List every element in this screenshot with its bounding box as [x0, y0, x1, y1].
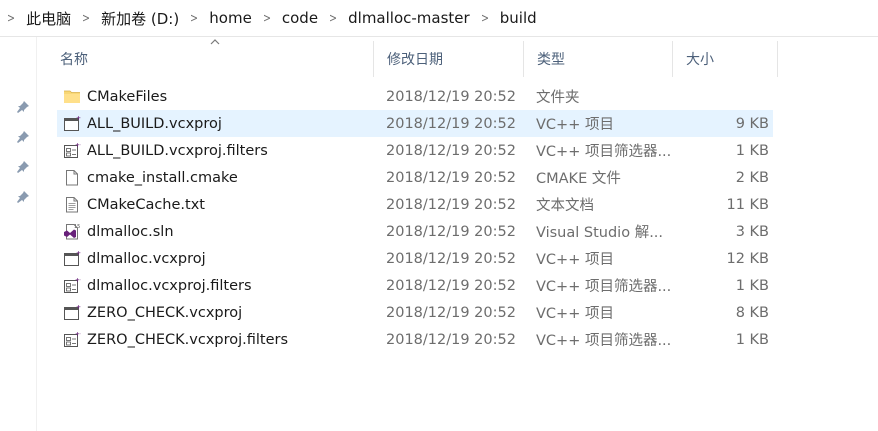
file-date: 2018/12/19 20:52	[386, 277, 516, 294]
file-name: CMakeCache.txt	[87, 196, 205, 213]
file-size: 1 KB	[735, 142, 769, 159]
file-name: dlmalloc.vcxproj	[87, 250, 206, 267]
file-name: ALL_BUILD.vcxproj.filters	[87, 142, 268, 159]
file-type: VC++ 项目	[536, 117, 614, 133]
breadcrumb-item-dlmalloc-master[interactable]: dlmalloc-master	[348, 9, 470, 27]
file-size: 9 KB	[735, 115, 769, 132]
file-date: 2018/12/19 20:52	[386, 169, 516, 186]
svg-text:++: ++	[76, 304, 81, 311]
file-row[interactable]: 15 dlmalloc.sln 2018/12/19 20:52 Visual …	[57, 218, 773, 245]
breadcrumb-item-home[interactable]: home	[209, 9, 252, 27]
file-type: VC++ 项目	[536, 306, 614, 322]
column-header-type[interactable]: 类型	[524, 41, 672, 77]
file-size: 1 KB	[735, 331, 769, 348]
chevron-right-icon[interactable]: >	[263, 11, 271, 25]
pin-icon[interactable]	[16, 100, 30, 114]
vcxproj-icon: ++	[64, 304, 81, 320]
column-header-size[interactable]: 大小	[673, 41, 777, 77]
svg-text:15: 15	[74, 224, 80, 230]
file-size: 12 KB	[726, 250, 769, 267]
file-row[interactable]: CMakeFiles 2018/12/19 20:52 文件夹	[57, 83, 773, 110]
breadcrumb-root-chevron-icon[interactable]: >	[7, 11, 15, 25]
svg-text:++: ++	[75, 142, 81, 149]
file-row[interactable]: ++ ZERO_CHECK.vcxproj.filters 2018/12/19…	[57, 326, 773, 353]
file-name: dlmalloc.sln	[87, 223, 174, 240]
file-row[interactable]: CMakeCache.txt 2018/12/19 20:52 文本文档 11 …	[57, 191, 773, 218]
breadcrumb-item-this-pc[interactable]: 此电脑	[26, 8, 71, 29]
column-divider[interactable]	[777, 41, 778, 77]
breadcrumb-item-drive[interactable]: 新加卷 (D:)	[101, 8, 179, 29]
file-name: cmake_install.cmake	[87, 169, 238, 186]
file-row[interactable]: cmake_install.cmake 2018/12/19 20:52 CMA…	[57, 164, 773, 191]
navigation-pane	[0, 37, 37, 431]
pin-icon[interactable]	[16, 190, 30, 204]
text-file-icon	[66, 197, 78, 213]
file-type: 文件夹	[536, 90, 580, 106]
vcxproj-filters-icon: ++	[64, 331, 81, 347]
file-size: 1 KB	[735, 277, 769, 294]
file-date: 2018/12/19 20:52	[386, 250, 516, 267]
file-type: 文本文档	[536, 198, 594, 214]
breadcrumb-item-build[interactable]: build	[500, 9, 537, 27]
column-header-date[interactable]: 修改日期	[374, 41, 523, 77]
file-date: 2018/12/19 20:52	[386, 142, 516, 159]
file-type: VC++ 项目筛选器...	[536, 279, 672, 295]
file-date: 2018/12/19 20:52	[386, 88, 516, 105]
svg-text:++: ++	[75, 331, 81, 338]
chevron-right-icon[interactable]: >	[329, 11, 337, 25]
file-date: 2018/12/19 20:52	[386, 196, 516, 213]
file-name: CMakeFiles	[87, 88, 168, 105]
file-date: 2018/12/19 20:52	[386, 115, 516, 132]
file-size: 11 KB	[726, 196, 769, 213]
file-icon	[66, 170, 78, 186]
svg-text:++: ++	[75, 277, 81, 284]
file-name: dlmalloc.vcxproj.filters	[87, 277, 252, 294]
file-row[interactable]: ++ dlmalloc.vcxproj 2018/12/19 20:52 VC+…	[57, 245, 773, 272]
file-name: ALL_BUILD.vcxproj	[87, 115, 222, 132]
vcxproj-icon: ++	[64, 250, 81, 266]
file-size: 3 KB	[735, 223, 769, 240]
file-size: 2 KB	[735, 169, 769, 186]
file-row[interactable]: ++ ALL_BUILD.vcxproj.filters 2018/12/19 …	[57, 137, 773, 164]
breadcrumb: > 此电脑 > 新加卷 (D:) > home > code > dlmallo…	[0, 0, 878, 37]
file-type: VC++ 项目	[536, 252, 614, 268]
file-row[interactable]: ++ dlmalloc.vcxproj.filters 2018/12/19 2…	[57, 272, 773, 299]
file-type: VC++ 项目筛选器...	[536, 144, 672, 160]
svg-text:++: ++	[76, 250, 81, 257]
file-type: CMAKE 文件	[536, 171, 621, 187]
file-name: ZERO_CHECK.vcxproj.filters	[87, 331, 289, 348]
column-header-name[interactable]: 名称	[47, 41, 373, 77]
pin-icon[interactable]	[16, 130, 30, 144]
visual-studio-solution-icon: 15	[64, 224, 80, 240]
chevron-right-icon[interactable]: >	[82, 11, 90, 25]
vcxproj-filters-icon: ++	[64, 277, 81, 293]
pin-icon[interactable]	[16, 160, 30, 174]
vcxproj-icon: ++	[64, 115, 81, 131]
file-date: 2018/12/19 20:52	[386, 331, 516, 348]
file-type: Visual Studio 解...	[536, 225, 664, 241]
breadcrumb-item-code[interactable]: code	[282, 9, 318, 27]
folder-icon	[64, 90, 80, 103]
file-row[interactable]: ++ ALL_BUILD.vcxproj 2018/12/19 20:52 VC…	[57, 110, 773, 137]
file-date: 2018/12/19 20:52	[386, 304, 516, 321]
chevron-right-icon[interactable]: >	[481, 11, 489, 25]
vcxproj-filters-icon: ++	[64, 142, 81, 158]
file-date: 2018/12/19 20:52	[386, 223, 516, 240]
file-type: VC++ 项目筛选器...	[536, 333, 672, 349]
file-name: ZERO_CHECK.vcxproj	[87, 304, 243, 321]
chevron-right-icon[interactable]: >	[190, 11, 198, 25]
svg-text:++: ++	[76, 115, 81, 122]
file-row[interactable]: ++ ZERO_CHECK.vcxproj 2018/12/19 20:52 V…	[57, 299, 773, 326]
file-size: 8 KB	[735, 304, 769, 321]
